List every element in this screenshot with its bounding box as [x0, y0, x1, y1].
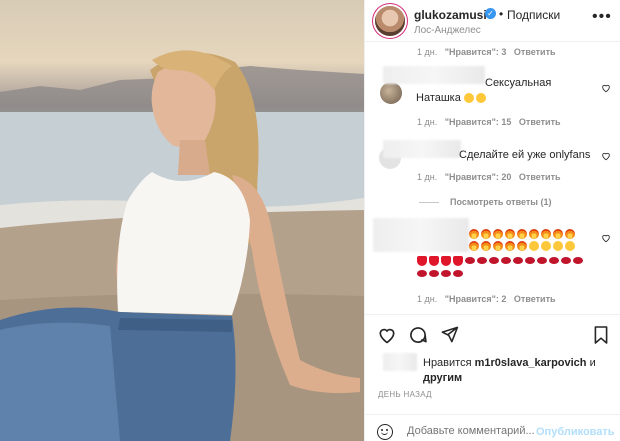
- comment-1-likes[interactable]: "Нравится": 3: [445, 47, 507, 57]
- more-horizontal-icon[interactable]: •••: [592, 8, 612, 26]
- comment-2-reply-button[interactable]: Ответить: [519, 117, 561, 127]
- comment-3-reply-button[interactable]: Ответить: [519, 172, 561, 182]
- comment-input[interactable]: [407, 425, 535, 437]
- following-button[interactable]: Подписки: [507, 8, 560, 22]
- post-header: glukozamusic ✓ • Подписки Лос-Анджелес •…: [365, 0, 620, 42]
- view-replies-button[interactable]: Посмотреть ответы (1): [450, 197, 551, 207]
- comment-2-like-heart-icon[interactable]: [601, 83, 611, 93]
- comment-4-emoji-text-2: [417, 254, 593, 280]
- comment-4-meta: 1 дн. "Нравится": 2 Ответить: [417, 294, 556, 304]
- comment-icon[interactable]: [408, 325, 428, 345]
- comment-4-reply-button[interactable]: Ответить: [514, 294, 556, 304]
- comment-2-time: 1 дн.: [417, 117, 438, 127]
- add-comment-bar: Опубликовать: [365, 414, 620, 441]
- comment-3-likes[interactable]: "Нравится": 20: [445, 172, 512, 182]
- comment-3-text: Сделайте ей уже onlyfans: [459, 149, 591, 161]
- instagram-post-view: glukozamusic ✓ • Подписки Лос-Анджелес •…: [0, 0, 620, 441]
- smile-icon[interactable]: [377, 424, 393, 440]
- liker-avatar-blurred[interactable]: [383, 353, 417, 371]
- comment-1-meta: 1 дн. "Нравится": 3 Ответить: [417, 47, 556, 57]
- comment-1-time: 1 дн.: [417, 47, 438, 57]
- post-photo[interactable]: [0, 0, 364, 441]
- comment-2-likes[interactable]: "Нравится": 15: [445, 117, 512, 127]
- send-icon[interactable]: [440, 325, 459, 344]
- likes-prefix: Нравится: [423, 357, 472, 369]
- beach-portrait-illustration: [0, 50, 364, 441]
- likes-suffix: и: [589, 357, 596, 369]
- comment-3-time: 1 дн.: [417, 172, 438, 182]
- comment-4-like-heart-icon[interactable]: [601, 233, 611, 243]
- likes-user-link[interactable]: m1r0slava_karpovich: [475, 357, 587, 369]
- author-username[interactable]: glukozamusic: [414, 8, 493, 22]
- post-time-ago[interactable]: ДЕНЬ НАЗАД: [378, 390, 432, 399]
- post-comment-button[interactable]: Опубликовать: [536, 426, 615, 438]
- heart-icon[interactable]: [377, 325, 397, 345]
- comment-1-reply-button[interactable]: Ответить: [514, 47, 556, 57]
- likes-others-link[interactable]: другим: [423, 372, 462, 384]
- comment-2-body: Сексуальная Наташка: [416, 76, 566, 106]
- location-link[interactable]: Лос-Анджелес: [414, 25, 481, 36]
- replies-divider: [419, 202, 439, 203]
- comment-3-meta: 1 дн. "Нравится": 20 Ответить: [417, 172, 561, 182]
- verified-badge-icon: ✓: [485, 8, 496, 19]
- bookmark-icon[interactable]: [593, 325, 609, 345]
- comment-2-meta: 1 дн. "Нравится": 15 Ответить: [417, 117, 561, 127]
- comment-3-like-heart-icon[interactable]: [601, 151, 611, 161]
- comment-3-username-blurred[interactable]: [383, 140, 461, 158]
- grin-emoji-icon: [475, 93, 486, 104]
- post-actions-bar: [365, 314, 620, 354]
- separator-dot: •: [499, 7, 504, 21]
- post-side-panel: glukozamusic ✓ • Подписки Лос-Анджелес •…: [364, 0, 620, 441]
- comment-4-emoji-text: [469, 228, 587, 252]
- smirk-emoji-icon: [463, 93, 474, 104]
- comment-4-time: 1 дн.: [417, 294, 438, 304]
- author-avatar[interactable]: [375, 6, 405, 36]
- comment-4-user-blurred[interactable]: [373, 218, 469, 252]
- likes-summary: Нравится m1r0slava_karpovich и другим: [423, 356, 613, 386]
- comment-4-likes[interactable]: "Нравится": 2: [445, 294, 507, 304]
- comment-2-avatar[interactable]: [380, 82, 402, 104]
